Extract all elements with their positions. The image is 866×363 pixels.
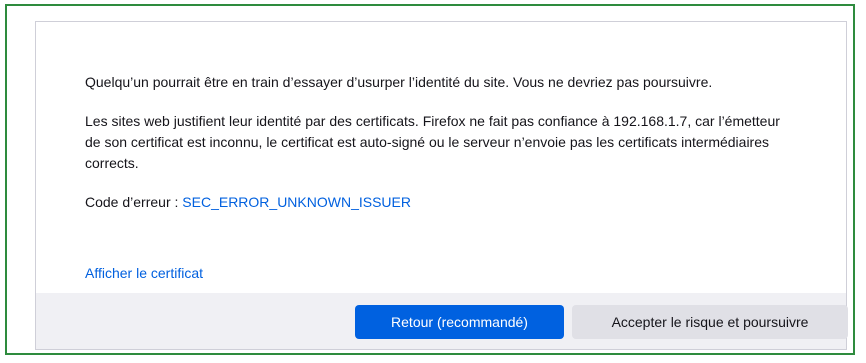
go-back-button[interactable]: Retour (recommandé) (355, 305, 564, 339)
error-code-line: Code d’erreur : SEC_ERROR_UNKNOWN_ISSUER (85, 192, 795, 213)
explanation-text: Les sites web justifient leur identité p… (85, 113, 780, 171)
certificate-warning-panel: Quelqu’un pourrait être en train d’essay… (35, 21, 848, 350)
button-bar: Retour (recommandé) Accepter le risque e… (36, 293, 848, 349)
screenshot-frame: Quelqu’un pourrait être en train d’essay… (5, 4, 855, 355)
accept-risk-button[interactable]: Accepter le risque et poursuivre (572, 305, 848, 339)
warning-content: Quelqu’un pourrait être en train d’essay… (85, 72, 795, 213)
warning-text: Quelqu’un pourrait être en train d’essay… (85, 74, 713, 90)
error-code-link[interactable]: SEC_ERROR_UNKNOWN_ISSUER (182, 194, 411, 210)
error-code-label: Code d’erreur : (85, 194, 183, 210)
view-certificate-link[interactable]: Afficher le certificat (85, 263, 203, 284)
